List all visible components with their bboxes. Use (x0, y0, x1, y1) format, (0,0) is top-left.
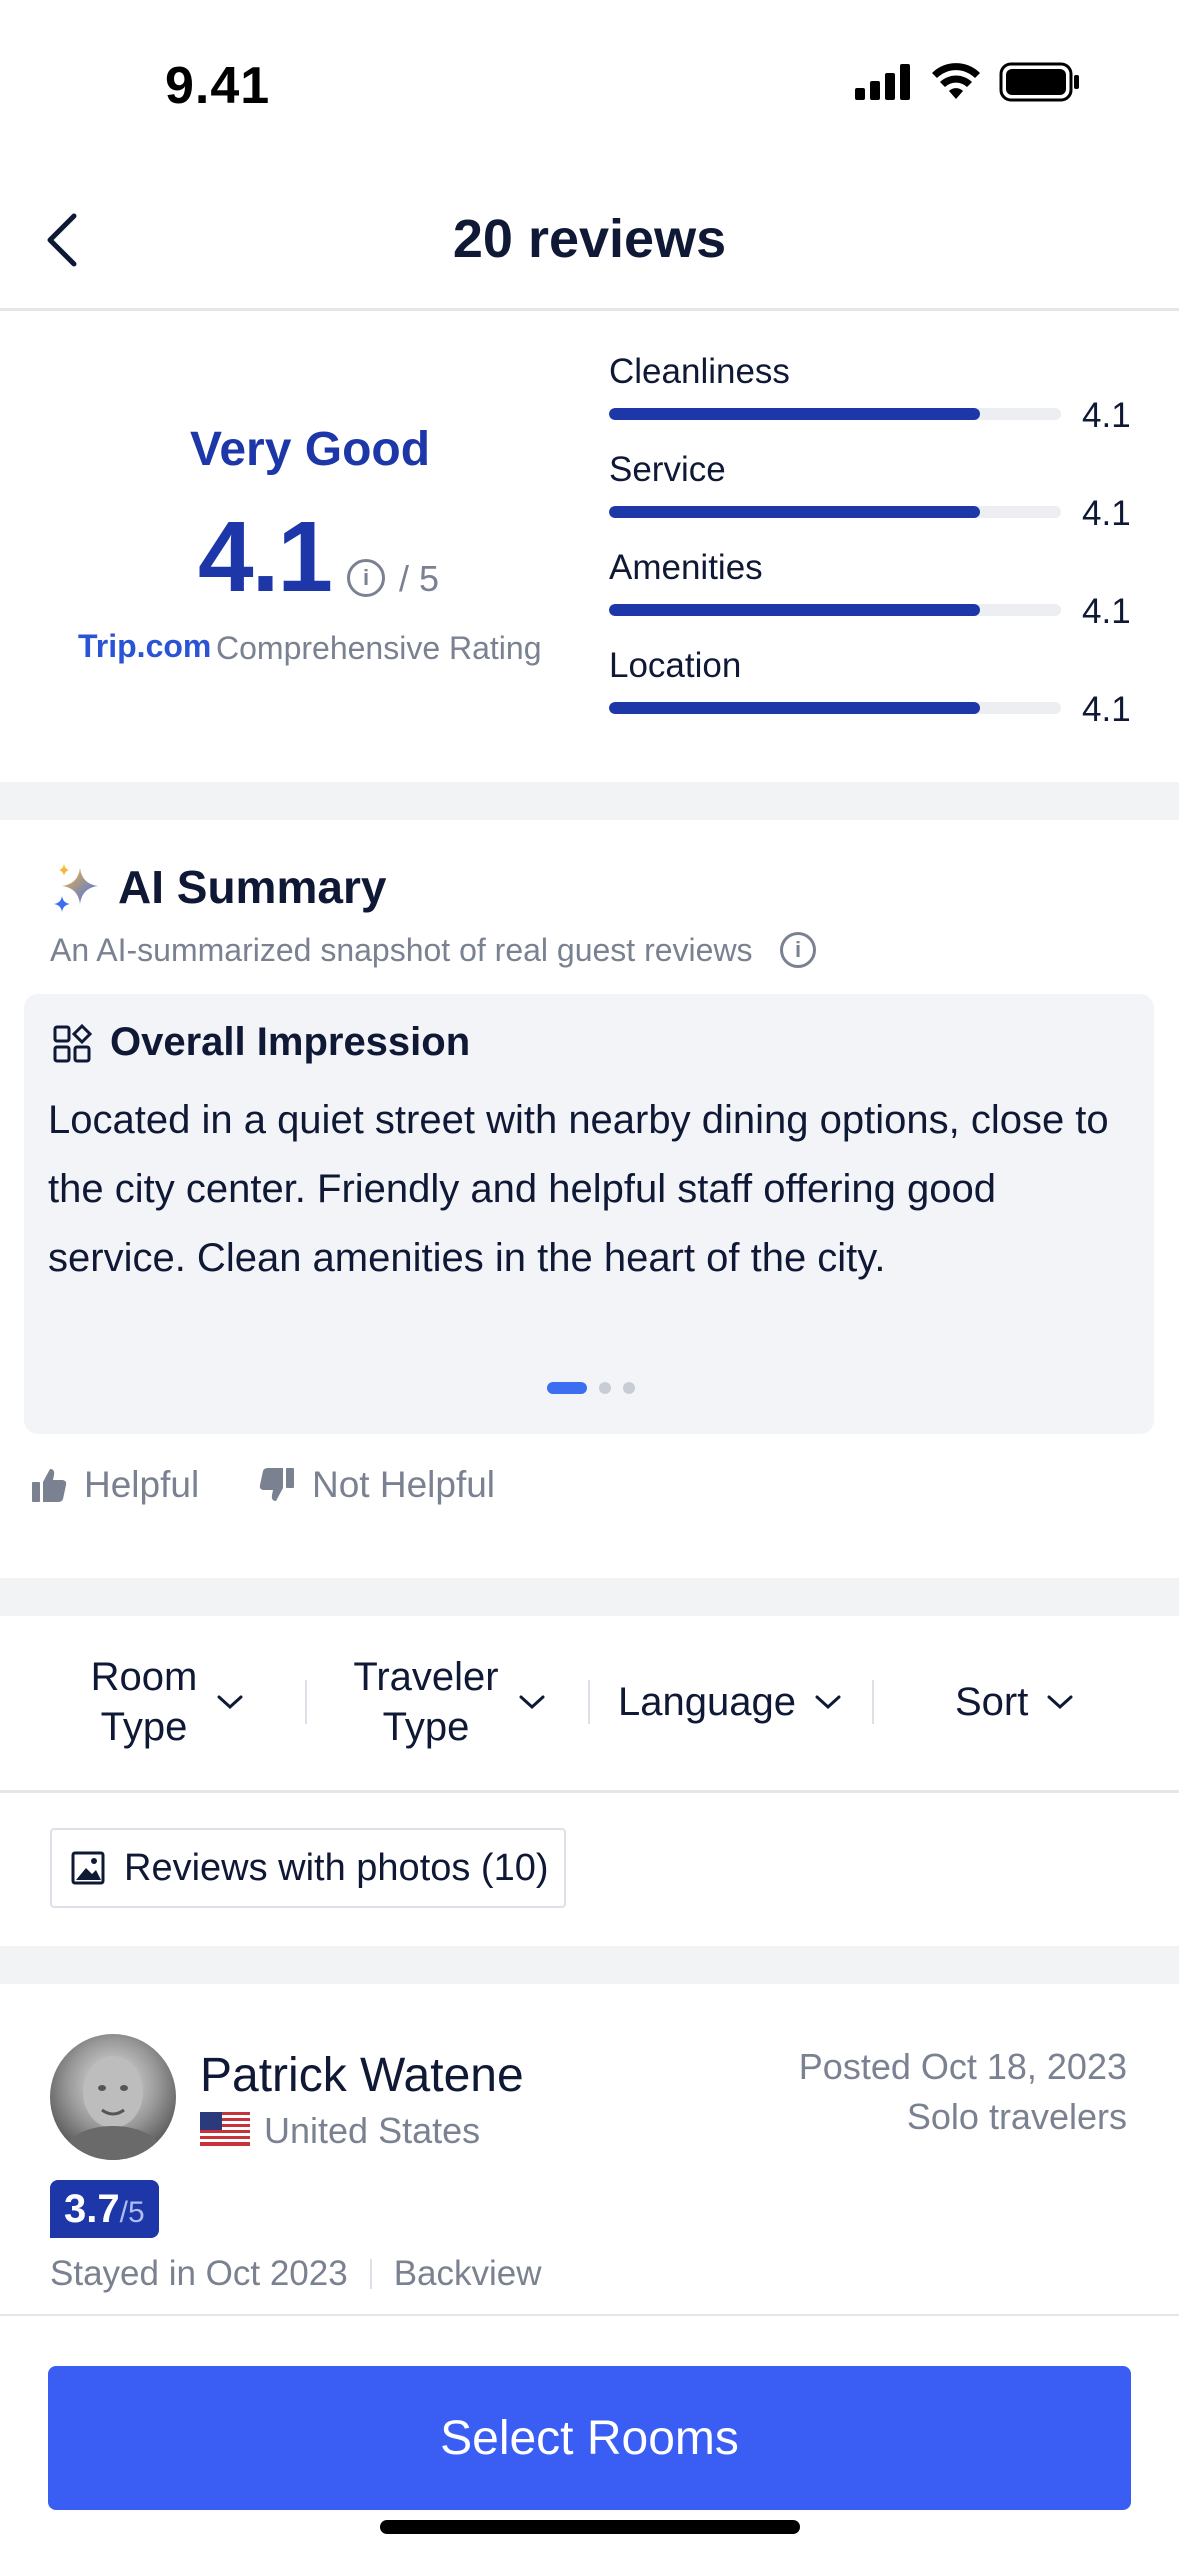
status-icons (855, 62, 1081, 102)
filter-sort-label: Sort (955, 1680, 1029, 1724)
rating-caption: Comprehensive Rating (216, 630, 542, 666)
person-photo-icon (63, 2056, 163, 2160)
battery-icon (999, 62, 1079, 102)
filter-room-type[interactable]: Room Type (90, 1652, 244, 1752)
stay-info: Stayed in Oct 2023 Backview (50, 2254, 542, 2294)
posted-date: Posted Oct 18, 2023 (798, 2046, 1127, 2087)
subscore-bar-fill (609, 604, 980, 616)
filter-divider (872, 1680, 874, 1724)
chevron-down-icon (217, 1695, 243, 1710)
ai-summary-title: AI Summary (118, 861, 387, 913)
home-indicator (380, 2520, 800, 2534)
filter-language-label: Language (618, 1680, 796, 1724)
wifi-icon (932, 63, 980, 99)
filter-traveler-type-label: Traveler Type (353, 1655, 499, 1749)
carousel-dot-active[interactable] (547, 1382, 587, 1394)
card-title: Overall Impression (110, 1020, 471, 1064)
room-name: Backview (393, 2254, 542, 2293)
reviewer-name: Patrick Watene (200, 2049, 524, 2102)
photo-icon (71, 1851, 105, 1885)
carousel-dot[interactable] (599, 1382, 611, 1394)
review-score: 3.7 (64, 2187, 120, 2231)
rating-max: / 5 (399, 558, 440, 599)
subscore-value: 4.1 (1082, 396, 1131, 435)
brand-logo: Trip.com (78, 628, 212, 664)
subscore-bar-fill (609, 408, 980, 420)
subscore-label: Service (609, 450, 726, 489)
subscore-bar-fill (609, 506, 980, 518)
section-separator (0, 1578, 1179, 1616)
chevron-down-icon (1047, 1695, 1073, 1710)
chevron-down-icon (815, 1695, 841, 1710)
card-body: Located in a quiet street with nearby di… (48, 1098, 1109, 1280)
subscore-value: 4.1 (1082, 592, 1131, 631)
helpful-button[interactable]: Helpful (30, 1464, 199, 1506)
filter-bar-divider (0, 1790, 1179, 1793)
rating-label: Very Good (189, 423, 431, 476)
not-helpful-button[interactable]: Not Helpful (258, 1464, 495, 1506)
thumbs-up-icon (32, 1469, 67, 1502)
filter-room-type-label: Room Type (90, 1655, 198, 1749)
subscore-bar (609, 702, 1061, 714)
subscore-bar (609, 604, 1061, 616)
subscore-bar (609, 408, 1061, 420)
footer-divider (0, 2314, 1179, 2316)
sparkle-icon (54, 864, 98, 912)
carousel-dots (547, 1382, 635, 1394)
traveler-type: Solo travelers (906, 2096, 1127, 2137)
carousel-dot[interactable] (623, 1382, 635, 1394)
filter-language[interactable]: Language (618, 1677, 842, 1727)
reviews-with-photos-chip[interactable]: Reviews with photos (10) (50, 1828, 566, 1908)
filter-traveler-type[interactable]: Traveler Type (352, 1652, 546, 1752)
filter-sort[interactable]: Sort (955, 1677, 1074, 1727)
avatar[interactable] (50, 2034, 176, 2160)
overview-grid-icon (53, 1024, 92, 1063)
subscore-bar-fill (609, 702, 980, 714)
subscore-label: Cleanliness (609, 352, 790, 391)
select-rooms-button[interactable]: Select Rooms (48, 2366, 1131, 2510)
ai-summary-subtitle: An AI-summarized snapshot of real guest … (50, 932, 753, 968)
rating-score: 4.1 (198, 501, 333, 613)
header-divider (0, 308, 1179, 311)
us-flag-icon (200, 2112, 250, 2146)
review-score-badge: 3.7 /5 (50, 2180, 159, 2238)
subscore-value: 4.1 (1082, 494, 1131, 533)
reviewer-country: United States (264, 2110, 481, 2151)
subscore-label: Location (609, 646, 742, 685)
subscore-value: 4.1 (1082, 690, 1131, 729)
helpful-label: Helpful (84, 1464, 200, 1505)
rating-score-row: 4.1 i / 5 (198, 500, 439, 615)
thumbs-down-icon (259, 1468, 294, 1501)
page-title: 20 reviews (452, 209, 727, 269)
not-helpful-label: Not Helpful (312, 1464, 496, 1505)
cellular-signal-icon (855, 64, 910, 100)
reviews-with-photos-label: Reviews with photos (10) (124, 1846, 549, 1889)
stay-divider (369, 2259, 372, 2289)
subscore-bar (609, 506, 1061, 518)
status-time: 9.41 (165, 57, 271, 115)
info-icon[interactable]: i (347, 559, 386, 597)
info-icon[interactable]: i (780, 932, 816, 968)
chevron-down-icon (519, 1695, 545, 1710)
subscore-label: Amenities (609, 548, 763, 587)
filter-divider (305, 1680, 307, 1724)
section-separator (0, 782, 1179, 820)
filter-divider (588, 1680, 590, 1724)
review-score-max: /5 (119, 2196, 145, 2229)
stay-date: Stayed in Oct 2023 (50, 2254, 348, 2293)
section-separator (0, 1946, 1179, 1984)
